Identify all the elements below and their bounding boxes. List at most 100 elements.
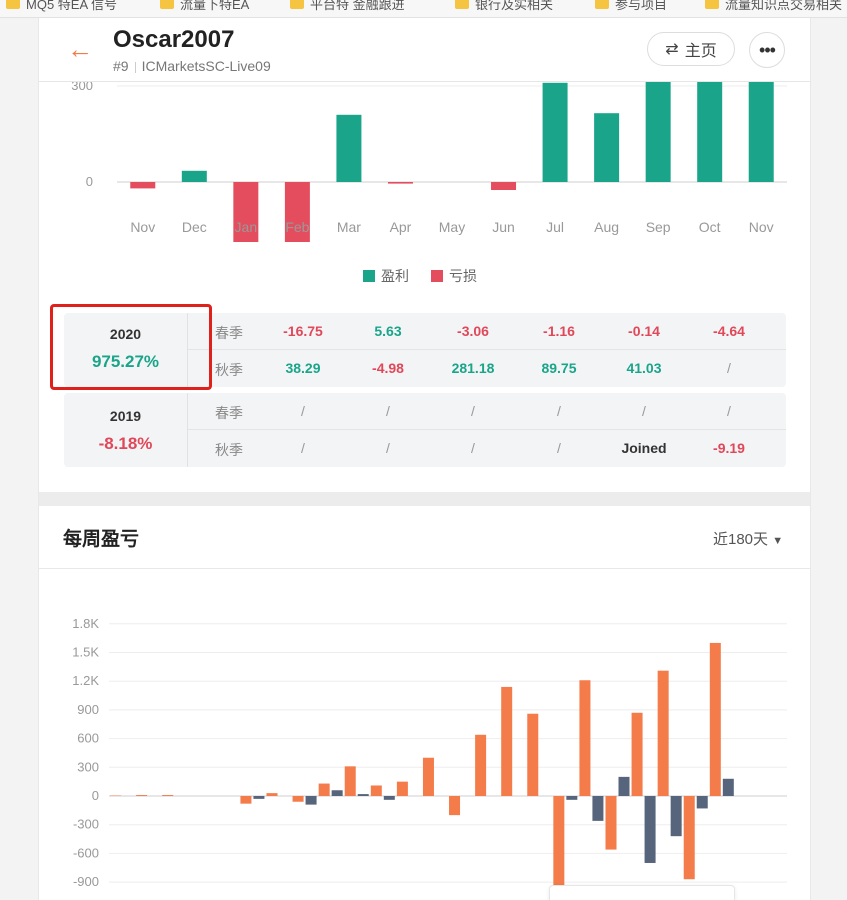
return-value: -4.98 (372, 360, 404, 376)
bookmark-item[interactable]: MQ5 特EA 信号 (6, 0, 117, 13)
x-tick-label: Nov (130, 219, 155, 235)
return-value: -3.06 (457, 323, 489, 339)
chart-bar (709, 642, 721, 796)
season-label: 秋季 (215, 362, 243, 378)
chart-bar (181, 170, 207, 182)
weekly-profit-chart: -1.2K-900-600-30003006009001.2K1.5K1.8K (72, 616, 787, 900)
trader-name: Oscar2007 (113, 26, 235, 53)
chart-bar (670, 796, 682, 837)
chart-bar (370, 785, 382, 796)
year-summary: 2019 -8.18% (64, 393, 188, 467)
chart-bar (357, 794, 369, 796)
season-row: 春季 / / / / / / (188, 393, 786, 430)
return-value: / (471, 403, 475, 419)
chart-bar (722, 778, 734, 796)
year-percent: -8.18% (98, 434, 153, 453)
chart-bar (136, 795, 148, 796)
return-value: 41.03 (626, 360, 662, 376)
weekly-section-title: 每周盈亏 (63, 529, 140, 550)
chart-bar (592, 796, 604, 821)
season-label: 春季 (215, 405, 243, 421)
chart-bar (645, 82, 671, 182)
bookmark-item[interactable]: 参与项目 (595, 0, 667, 13)
return-value: 5.63 (374, 323, 402, 339)
home-button[interactable]: ⇄ 主页 (647, 32, 735, 66)
chart-bar (748, 82, 774, 182)
year-returns-2020: 2020 975.27% 春季 -16.75 5.63 -3.06 -1.16 … (64, 313, 786, 387)
legend-item-profit[interactable]: 盈利 (363, 266, 409, 286)
return-value: / (386, 440, 390, 456)
x-tick-label: Jan (235, 219, 258, 235)
return-value: 89.75 (541, 360, 577, 376)
chart-tooltip (549, 885, 735, 900)
bookmark-item[interactable]: 平台特 金融跟进 (290, 0, 405, 13)
chart-bar (527, 713, 539, 796)
chart-bar (331, 790, 343, 796)
bookmark-item[interactable]: 流量下特EA (160, 0, 249, 13)
season-row: 秋季 / / / / Joined -9.19 (188, 430, 786, 467)
x-tick-label: Oct (699, 219, 721, 235)
legend-swatch (431, 270, 443, 282)
chart-bar (631, 712, 643, 796)
y-tick-label: 0 (92, 788, 99, 803)
chart-bar (657, 670, 669, 796)
chart-bar (336, 114, 362, 182)
chart-bar (130, 182, 156, 189)
return-value: -1.16 (543, 323, 575, 339)
x-tick-label: May (439, 219, 465, 235)
year-returns-2019: 2019 -8.18% 春季 / / / / / / 秋季 / / / / Jo… (64, 393, 786, 467)
section-divider (39, 492, 810, 506)
legend-item-loss[interactable]: 亏损 (431, 266, 477, 286)
folder-icon (160, 0, 174, 9)
x-tick-label: Apr (390, 219, 412, 235)
year-label: 2020 (109, 326, 142, 342)
chart-bar (162, 795, 174, 796)
folder-icon (595, 0, 609, 9)
chart-bar (344, 766, 356, 796)
chart-bar (542, 82, 568, 182)
more-dots-icon[interactable]: ••• (749, 32, 785, 68)
y-tick-label: 1.8K (72, 616, 99, 631)
chart-bar (305, 796, 317, 805)
return-value: 38.29 (285, 360, 321, 376)
chart-bar (387, 182, 413, 184)
return-value: / (386, 403, 390, 419)
chart-bar (605, 796, 617, 850)
y-tick-label: 300 (71, 82, 93, 93)
divider (39, 568, 810, 569)
return-value: / (727, 360, 731, 376)
chart-bar (253, 796, 265, 799)
y-tick-label: -300 (73, 817, 99, 832)
x-tick-label: Mar (337, 219, 361, 235)
bookmark-item[interactable]: 流量知识点交易相关 (705, 0, 842, 13)
monthly-profit-chart: -3000300600900NovDecJanFebMarAprMayJunJu… (71, 82, 787, 242)
year-percent: 975.27% (91, 352, 160, 371)
caret-down-icon: ▼ (772, 535, 784, 547)
home-button-label: 主页 (684, 43, 717, 60)
return-value: -0.14 (628, 323, 660, 339)
chart-bar (566, 796, 578, 800)
season-label: 春季 (215, 325, 243, 341)
y-tick-label: -900 (73, 874, 99, 889)
y-tick-label: 600 (77, 731, 99, 746)
chart-bar (240, 796, 252, 804)
server-label: ICMarketsSC-Live09 (141, 58, 271, 74)
x-tick-label: Dec (182, 219, 207, 235)
chart-bar (594, 113, 620, 182)
folder-icon (290, 0, 304, 9)
chart-bar (396, 781, 408, 796)
return-value: -4.64 (713, 323, 745, 339)
chart-bar (683, 796, 695, 880)
bookmark-item[interactable]: 银行及实相关 (455, 0, 553, 13)
y-tick-label: 0 (86, 174, 93, 189)
chart-bar (475, 734, 487, 796)
season-row: 秋季 38.29 -4.98 281.18 89.75 41.03 / (188, 350, 786, 387)
return-value: / (301, 403, 305, 419)
range-dropdown[interactable]: 近180天 ▼ (713, 528, 783, 549)
return-value: 281.18 (451, 360, 495, 376)
folder-icon (705, 0, 719, 9)
return-value: / (727, 403, 731, 419)
chart-bar (292, 796, 304, 802)
arrow-left-icon[interactable]: ← (67, 32, 97, 68)
trader-header: ← Oscar2007 #9 ICMarketsSC-Live09 ⇄ 主页 ••… (39, 18, 810, 82)
